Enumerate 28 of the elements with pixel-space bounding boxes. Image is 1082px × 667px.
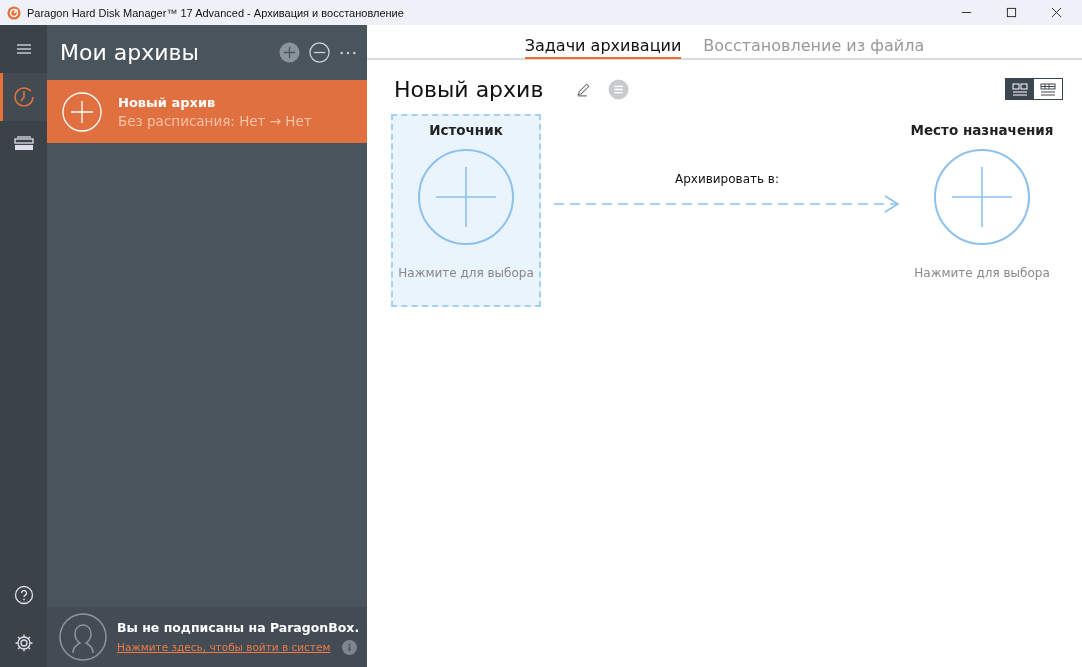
card-heading: Источник: [429, 122, 503, 138]
archive-schedule: Без расписания: Нет → Нет: [118, 112, 312, 129]
archive-to-label: Архивировать в:: [675, 172, 779, 186]
tile-view-button[interactable]: [1006, 79, 1034, 99]
plus-circle-icon: [62, 91, 102, 132]
card-hint: Нажмите для выбора: [914, 266, 1050, 280]
archive-name: Новый архив: [118, 94, 217, 110]
panel-title: Мои архивы: [60, 40, 200, 65]
remove-icon[interactable]: [309, 42, 330, 63]
tab[interactable]: Задачи архивации: [524, 36, 682, 59]
more-icon[interactable]: [339, 49, 357, 56]
pencil-icon[interactable]: [575, 80, 593, 98]
card-heading: Место назначения: [910, 122, 1054, 138]
destination-card[interactable]: Место назначения Нажмите для выбора: [907, 114, 1057, 307]
help-icon: [12, 584, 35, 606]
avatar-icon: [59, 613, 107, 661]
app-logo-icon: [7, 5, 21, 20]
maximize-icon[interactable]: [1006, 7, 1017, 18]
plus-circle-icon: [933, 148, 1031, 246]
card-hint: Нажмите для выбора: [398, 266, 534, 280]
add-icon[interactable]: [279, 42, 300, 63]
account-message: Вы не подписаны на ParagonBox.: [117, 619, 360, 635]
clock-icon: [12, 86, 35, 108]
plus-circle-icon: [417, 148, 515, 246]
window-title: Paragon Hard Disk Manager™ 17 Advanced - Архивация и восстановление: [27, 6, 404, 19]
close-icon[interactable]: [1051, 7, 1062, 18]
task-title: Новый архив: [394, 76, 544, 102]
source-card[interactable]: Источник Нажмите для выбора: [391, 114, 541, 307]
